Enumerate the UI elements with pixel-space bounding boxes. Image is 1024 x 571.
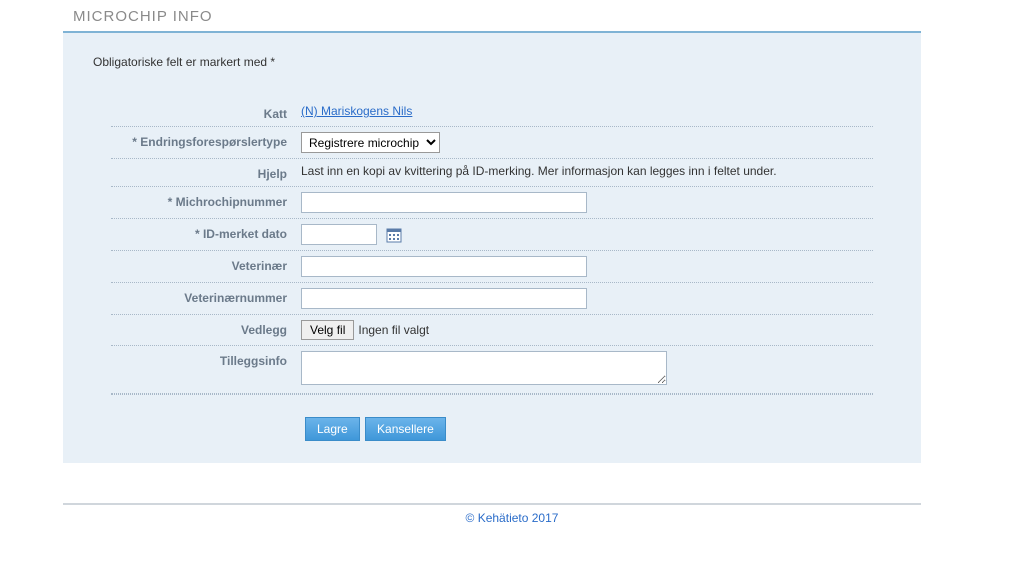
row-spacer: [111, 394, 873, 395]
tilleggs-textarea[interactable]: [301, 351, 667, 385]
button-row: Lagre Kansellere: [305, 417, 897, 441]
footer-text: © Kehätieto 2017: [0, 511, 1024, 525]
row-vedlegg: Vedlegg Velg fil Ingen fil valgt: [111, 315, 873, 346]
microchip-input[interactable]: [301, 192, 587, 213]
file-status: Ingen fil valgt: [358, 323, 429, 337]
calendar-icon[interactable]: [386, 227, 402, 243]
label-type: * Endringsforespørslertype: [111, 132, 301, 149]
row-dato: * ID-merket dato: [111, 219, 873, 251]
label-dato: * ID-merket dato: [111, 224, 301, 241]
row-katt: Katt (N) Mariskogens Nils: [111, 99, 873, 127]
save-button[interactable]: Lagre: [305, 417, 360, 441]
file-choose-button[interactable]: Velg fil: [301, 320, 354, 340]
label-hjelp: Hjelp: [111, 164, 301, 181]
row-type: * Endringsforespørslertype Registrere mi…: [111, 127, 873, 159]
vetnr-input[interactable]: [301, 288, 587, 309]
row-tilleggs: Tilleggsinfo: [111, 346, 873, 394]
form-panel: Obligatoriske felt er markert med * Katt…: [63, 33, 921, 463]
row-vetnr: Veterinærnummer: [111, 283, 873, 315]
row-vet: Veterinær: [111, 251, 873, 283]
row-hjelp: Hjelp Last inn en kopi av kvittering på …: [111, 159, 873, 187]
vet-input[interactable]: [301, 256, 587, 277]
label-vedlegg: Vedlegg: [111, 320, 301, 337]
row-microchip: * Michrochipnummer: [111, 187, 873, 219]
label-microchip: * Michrochipnummer: [111, 192, 301, 209]
label-tilleggs: Tilleggsinfo: [111, 351, 301, 368]
label-katt: Katt: [111, 104, 301, 121]
label-vetnr: Veterinærnummer: [111, 288, 301, 305]
required-note: Obligatoriske felt er markert med *: [87, 55, 897, 69]
page-title: MICROCHIP INFO: [63, 0, 1024, 31]
request-type-select[interactable]: Registrere microchip: [301, 132, 440, 153]
help-text: Last inn en kopi av kvittering på ID-mer…: [301, 164, 777, 178]
cancel-button[interactable]: Kansellere: [365, 417, 446, 441]
cat-link[interactable]: (N) Mariskogens Nils: [301, 104, 412, 118]
footer-divider: [63, 503, 921, 505]
date-input[interactable]: [301, 224, 377, 245]
label-vet: Veterinær: [111, 256, 301, 273]
